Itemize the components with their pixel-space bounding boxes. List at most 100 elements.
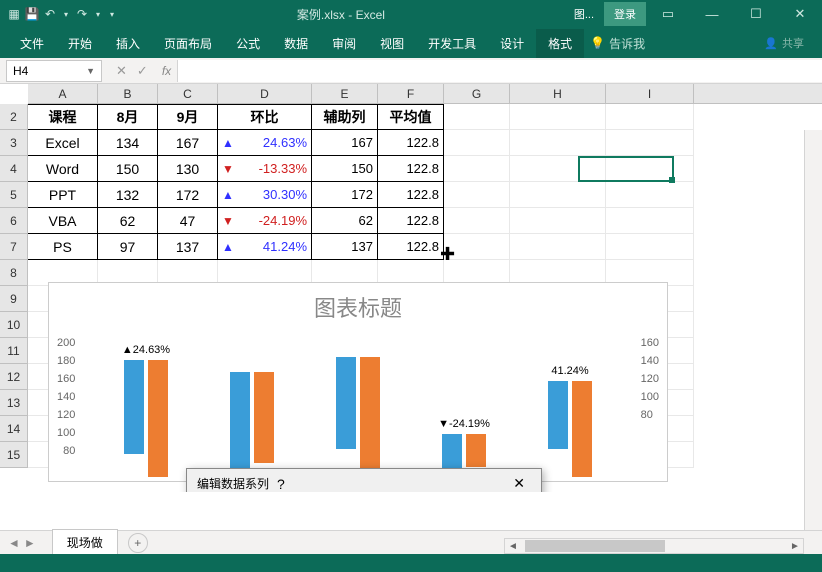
ribbon-tab-6[interactable]: 审阅: [320, 29, 368, 58]
share-button[interactable]: 👤共享: [764, 35, 814, 51]
row-header-2[interactable]: 2: [0, 104, 28, 130]
col-header-A[interactable]: A: [28, 84, 98, 103]
col-header-F[interactable]: F: [378, 84, 444, 103]
cell-A2[interactable]: 课程: [28, 104, 98, 130]
cell-D3[interactable]: ▲24.63%: [218, 130, 312, 156]
cell-C4[interactable]: 130: [158, 156, 218, 182]
contextual-tab[interactable]: 图...: [564, 2, 604, 26]
qat-customize[interactable]: ▾: [106, 10, 118, 19]
cancel-formula-icon[interactable]: ✕: [116, 63, 127, 79]
cell-E6[interactable]: 62: [312, 208, 378, 234]
cell-G3[interactable]: [444, 130, 510, 156]
ribbon-tab-3[interactable]: 页面布局: [152, 29, 224, 58]
cell-B3[interactable]: 134: [98, 130, 158, 156]
fx-icon[interactable]: fx: [156, 64, 177, 78]
col-header-H[interactable]: H: [510, 84, 606, 103]
cell-E7[interactable]: 137: [312, 234, 378, 260]
ribbon-tab-7[interactable]: 视图: [368, 29, 416, 58]
cell-C7[interactable]: 137: [158, 234, 218, 260]
undo-icon[interactable]: ↶: [42, 6, 58, 22]
worksheet-grid[interactable]: ABCDEFGHI 2课程8月9月环比辅助列平均值3Excel134167▲24…: [0, 84, 822, 492]
scroll-right-icon[interactable]: ►: [787, 541, 803, 552]
cell-I2[interactable]: [606, 104, 694, 130]
cell-I5[interactable]: [606, 182, 694, 208]
bar-9月-PPT[interactable]: [360, 357, 380, 477]
cell-H5[interactable]: [510, 182, 606, 208]
ribbon-tab-0[interactable]: 文件: [8, 29, 56, 58]
cell-I6[interactable]: [606, 208, 694, 234]
ribbon-tab-5[interactable]: 数据: [272, 29, 320, 58]
row-header-8[interactable]: 8: [0, 260, 28, 286]
row-header-14[interactable]: 14: [0, 416, 28, 442]
bar-group-Excel[interactable]: ▲24.63%: [97, 360, 195, 477]
ribbon-options-icon[interactable]: ▭: [646, 0, 690, 28]
bar-9月-PS[interactable]: [572, 381, 592, 477]
chevron-down-icon[interactable]: ▼: [86, 66, 95, 76]
sheet-nav-prev-icon[interactable]: ◄: [8, 536, 20, 550]
row-header-5[interactable]: 5: [0, 182, 28, 208]
cell-I4[interactable]: [606, 156, 694, 182]
row-header-9[interactable]: 9: [0, 286, 28, 312]
sheet-tab[interactable]: 现场做: [52, 529, 118, 557]
sheet-nav-next-icon[interactable]: ►: [24, 536, 36, 550]
cell-F6[interactable]: 122.8: [378, 208, 444, 234]
cell-F3[interactable]: 122.8: [378, 130, 444, 156]
row-header-10[interactable]: 10: [0, 312, 28, 338]
ribbon-tab-1[interactable]: 开始: [56, 29, 104, 58]
row-header-6[interactable]: 6: [0, 208, 28, 234]
cell-H2[interactable]: [510, 104, 606, 130]
cell-B7[interactable]: 97: [98, 234, 158, 260]
bar-group-PPT[interactable]: [309, 357, 407, 477]
bar-8月-PS[interactable]: [548, 381, 568, 449]
formula-input[interactable]: [177, 60, 822, 82]
cell-E2[interactable]: 辅助列: [312, 104, 378, 130]
cell-B5[interactable]: 132: [98, 182, 158, 208]
col-header-E[interactable]: E: [312, 84, 378, 103]
cell-H4[interactable]: [510, 156, 606, 182]
maximize-icon[interactable]: ☐: [734, 0, 778, 28]
col-header-G[interactable]: G: [444, 84, 510, 103]
cell-H7[interactable]: [510, 234, 606, 260]
row-header-13[interactable]: 13: [0, 390, 28, 416]
cell-C2[interactable]: 9月: [158, 104, 218, 130]
col-header-D[interactable]: D: [218, 84, 312, 103]
bar-8月-PPT[interactable]: [336, 357, 356, 449]
cell-E4[interactable]: 150: [312, 156, 378, 182]
horizontal-scrollbar[interactable]: ◄ ►: [504, 538, 804, 554]
add-sheet-icon[interactable]: +: [128, 533, 148, 553]
scroll-thumb[interactable]: [525, 540, 665, 552]
cell-B6[interactable]: 62: [98, 208, 158, 234]
save-icon[interactable]: 💾: [24, 6, 40, 22]
cell-A4[interactable]: Word: [28, 156, 98, 182]
cell-D4[interactable]: ▼-13.33%: [218, 156, 312, 182]
row-header-15[interactable]: 15: [0, 442, 28, 468]
cell-I7[interactable]: [606, 234, 694, 260]
cell-F4[interactable]: 122.8: [378, 156, 444, 182]
row-header-7[interactable]: 7: [0, 234, 28, 260]
cell-H3[interactable]: [510, 130, 606, 156]
tell-me[interactable]: 💡告诉我: [590, 35, 645, 52]
cell-B4[interactable]: 150: [98, 156, 158, 182]
cell-F7[interactable]: 122.8: [378, 234, 444, 260]
cell-D7[interactable]: ▲41.24%: [218, 234, 312, 260]
cell-G4[interactable]: [444, 156, 510, 182]
name-box[interactable]: H4 ▼: [6, 60, 102, 82]
bar-8月-Excel[interactable]: [124, 360, 144, 454]
bar-9月-Excel[interactable]: [148, 360, 168, 477]
cell-C6[interactable]: 47: [158, 208, 218, 234]
cell-D6[interactable]: ▼-24.19%: [218, 208, 312, 234]
cell-F5[interactable]: 122.8: [378, 182, 444, 208]
cell-C5[interactable]: 172: [158, 182, 218, 208]
bar-9月-Word[interactable]: [254, 372, 274, 463]
ribbon-tab-8[interactable]: 开发工具: [416, 29, 488, 58]
row-header-4[interactable]: 4: [0, 156, 28, 182]
col-header-C[interactable]: C: [158, 84, 218, 103]
row-header-11[interactable]: 11: [0, 338, 28, 364]
cell-I3[interactable]: [606, 130, 694, 156]
bar-9月-VBA[interactable]: [466, 434, 486, 467]
cell-D2[interactable]: 环比: [218, 104, 312, 130]
ribbon-tab-4[interactable]: 公式: [224, 29, 272, 58]
bar-group-PS[interactable]: 41.24%: [521, 381, 619, 477]
ribbon-tab-10[interactable]: 格式: [536, 29, 584, 58]
ribbon-tab-9[interactable]: 设计: [488, 29, 536, 58]
